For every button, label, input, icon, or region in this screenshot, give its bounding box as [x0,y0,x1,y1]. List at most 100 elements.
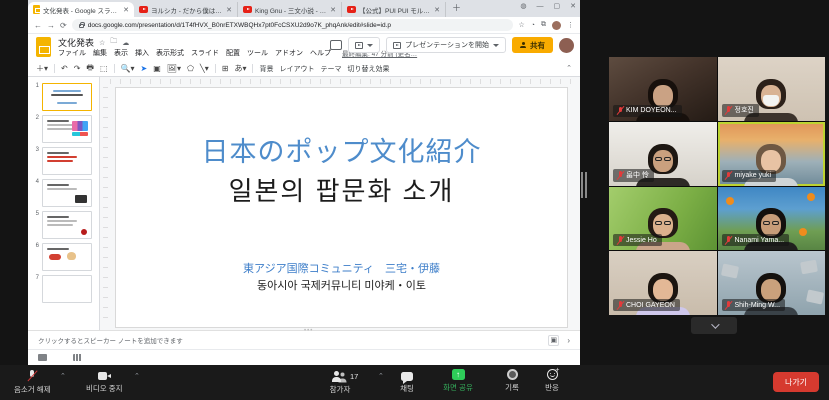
thumbnail-5[interactable]: 5 [28,209,99,241]
background-tetrapod [806,289,824,304]
menu-addons[interactable]: アドオン [275,48,303,58]
account-avatar[interactable] [559,38,574,53]
insert-line-icon[interactable]: ╲▾ [200,64,209,73]
slide-byline-japanese[interactable]: 東アジア国際コミュニティ 三宅・伊藤 [243,260,440,276]
video-options-caret-icon[interactable]: ⌃ [134,372,140,380]
video-tile[interactable]: KIM DOYEON... [609,57,717,121]
paint-format-icon[interactable]: ⬚ [100,64,108,73]
menu-format[interactable]: 表示形式 [156,48,184,58]
insert-image-icon[interactable]: 🖼▾ [167,64,181,73]
meet-present-button[interactable] [348,37,380,53]
new-tab-button[interactable]: ＋ [452,1,461,14]
menu-arrange[interactable]: 配置 [226,48,240,58]
video-tile[interactable]: Nanami Yama... [718,187,826,251]
reactions-button[interactable]: + 반응 [540,369,564,393]
expand-panel-icon[interactable]: › [567,336,570,345]
filmstrip-view-icon[interactable] [38,354,47,361]
slide-title-korean[interactable]: 일본의 팝문화 소개 [229,171,455,208]
zoom-tool-icon[interactable]: 🔍▾ [121,64,135,73]
tab-youtube-1[interactable]: ヨルシカ - だから僕は音楽を辞めた… ✕ [134,2,238,17]
menu-insert[interactable]: 挿入 [135,48,149,58]
start-presentation-button[interactable]: プレゼンテーションを開始 [386,37,506,53]
tab-close-icon[interactable]: ✕ [226,6,232,14]
comment-tool-icon[interactable]: ⊞ [222,64,229,73]
text-tool-icon[interactable]: あ▾ [234,63,246,74]
slide-title-japanese[interactable]: 日本のポップ文化紹介 [202,130,482,169]
participants-caret-icon[interactable]: ⌃ [378,372,384,380]
thumbnail-1[interactable]: 1 [28,81,99,113]
theme-button[interactable]: テーマ [320,64,341,74]
video-tile[interactable]: Jessie Ho [609,187,717,251]
back-icon[interactable]: ← [34,21,42,30]
comments-icon[interactable] [330,40,342,50]
thumbnail-2[interactable]: 2 [28,113,99,145]
bookmark-star-icon[interactable]: ☆ [518,21,524,29]
new-slide-button[interactable]: ＋▾ [36,63,48,74]
grid-view-icon[interactable] [73,354,82,361]
chrome-avatar[interactable] [552,21,561,30]
unmute-button[interactable]: 음소거 해제 ⌃ [14,370,51,395]
menu-help[interactable]: ヘルプ [310,48,331,58]
tab-slides[interactable]: 文化発表 - Google スライド ✕ [28,2,134,17]
minimize-button[interactable]: — [537,3,544,10]
tab-title: 文化発表 - Google スライド [43,5,120,15]
notes-options-button[interactable]: ▣ [548,335,559,346]
slides-app-icon[interactable] [36,37,51,57]
audio-options-caret-icon[interactable]: ⌃ [60,372,66,380]
chrome-menu-icon[interactable]: ⋮ [567,21,574,29]
collapse-menus-icon[interactable]: ⌃ [566,64,572,72]
share-button[interactable]: 共有 [512,37,553,53]
insert-shape-icon[interactable]: ⬠ [187,64,194,73]
menu-tools[interactable]: ツール [247,48,268,58]
video-tile[interactable]: 畠中 怜 [609,122,717,186]
notes-drag-handle[interactable]: ••• [304,328,313,334]
close-button[interactable]: ✕ [570,2,576,10]
current-slide[interactable]: 日本のポップ文化紹介 일본의 팝문화 소개 東アジア国際コミュニティ 三宅・伊藤… [115,87,568,328]
tab-close-icon[interactable]: ✕ [123,6,129,14]
thumbnail-7[interactable]: 7 [28,273,99,305]
slide-canvas[interactable]: 日本のポップ文化紹介 일본의 팝문화 소개 東アジア国際コミュニティ 三宅・伊藤… [100,77,580,330]
tab-close-icon[interactable]: ✕ [330,6,336,14]
video-tile[interactable]: 정호진 [718,57,826,121]
maximize-button[interactable]: ▢ [554,2,561,10]
star-doc-icon[interactable]: ☆ [99,39,105,47]
thumbnail-4[interactable]: 4 [28,177,99,209]
tab-close-icon[interactable]: ✕ [434,6,440,14]
move-folder-icon[interactable]: 🗀 [110,37,117,48]
textbox-icon[interactable]: ▣ [153,64,161,73]
video-tile[interactable]: Shih-Ming W... [718,251,826,315]
select-cursor-icon[interactable]: ➤ [141,64,148,73]
redo-icon[interactable]: ↷ [74,64,81,73]
video-tile[interactable]: CHOI GAYEON [609,251,717,315]
background-button[interactable]: 背景 [259,64,273,74]
layout-button[interactable]: レイアウト [279,64,314,74]
show-more-participants-button[interactable] [691,317,737,334]
participants-button[interactable]: 17 참가자 ⌃ [320,370,360,395]
thumbnail-6[interactable]: 6 [28,241,99,273]
slide-byline-korean[interactable]: 동아시아 국제커뮤니티 미야케・이토 [257,277,426,293]
transition-button[interactable]: 切り替え効果 [347,64,389,74]
menu-slide[interactable]: スライド [191,48,219,58]
menu-view[interactable]: 表示 [114,48,128,58]
undo-icon[interactable]: ↶ [61,64,68,73]
forward-icon[interactable]: → [47,21,55,30]
video-tile-active-speaker[interactable]: miyake yuki [718,122,826,186]
extensions-puzzle-icon[interactable]: ⧉ [541,21,546,29]
panel-resize-handle[interactable] [580,172,588,198]
menu-file[interactable]: ファイル [58,48,86,58]
record-button[interactable]: 기록 [500,369,524,393]
tab-youtube-2[interactable]: King Gnu - 三文小説 - YouTube ✕ [238,2,342,17]
print-icon[interactable]: 🖶 [86,62,94,76]
url-input[interactable]: docs.google.com/presentation/d/1T4fHVX_B… [72,19,514,31]
leave-meeting-button[interactable]: 나가기 [773,372,819,392]
thumbnail-3[interactable]: 3 [28,145,99,177]
extension-icon[interactable]: ◔ [531,22,535,29]
speaker-notes[interactable]: ••• クリックするとスピーカー ノートを追加できます ▣ › [28,330,580,349]
stop-video-button[interactable]: 비디오 중지 ⌃ [86,370,123,394]
tab-youtube-3[interactable]: 【公式】PUI PUI モルカー 第1話… ✕ [342,2,446,17]
menu-edit[interactable]: 編集 [93,48,107,58]
share-screen-button[interactable]: 화면 공유 [438,369,478,393]
chat-button[interactable]: 채팅 [395,370,419,394]
reload-icon[interactable]: ⟳ [60,21,67,30]
browser-profile-icon[interactable]: ◍ [520,2,526,10]
